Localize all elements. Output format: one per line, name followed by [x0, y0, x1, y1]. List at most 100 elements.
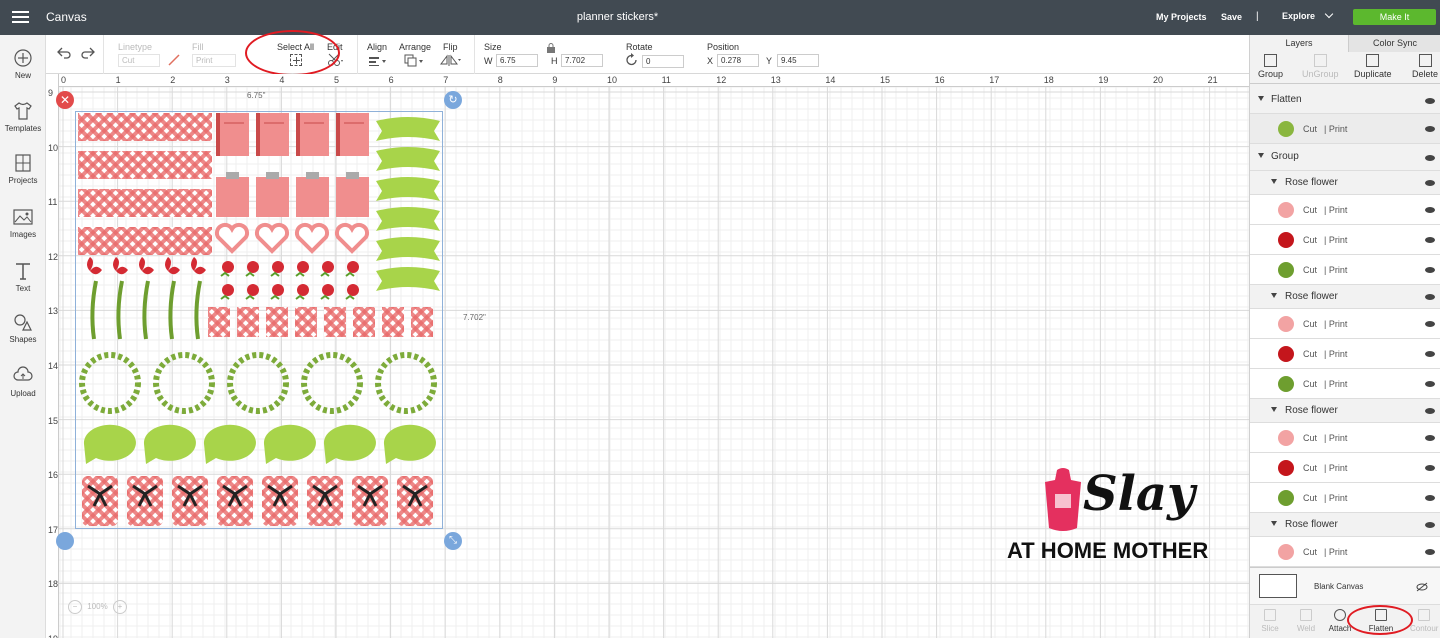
layer-subgroup-row[interactable]: Rose flower	[1250, 513, 1440, 537]
eye-hidden-icon[interactable]	[1416, 582, 1428, 592]
layer-group-row[interactable]: Flatten	[1250, 87, 1440, 114]
nav-shapes[interactable]: Shapes	[0, 311, 46, 344]
zoom-in-button[interactable]: +	[112, 600, 127, 614]
eye-icon[interactable]	[1425, 351, 1435, 357]
layer-row[interactable]: Cut | Print	[1250, 453, 1440, 483]
undo-icon[interactable]	[56, 46, 72, 60]
flip-icon[interactable]	[440, 54, 462, 67]
zoom-out-button[interactable]: −	[68, 600, 82, 614]
caret-down-icon[interactable]	[1258, 153, 1264, 158]
eye-icon[interactable]	[1425, 97, 1435, 104]
weld-button[interactable]: Weld	[1292, 609, 1320, 633]
nav-images[interactable]: Images	[0, 206, 46, 239]
layer-row[interactable]: Cut | Print	[1250, 225, 1440, 255]
tab-layers[interactable]: Layers	[1250, 35, 1348, 52]
width-input[interactable]: 6.75	[496, 54, 538, 67]
eye-icon[interactable]	[1425, 495, 1435, 501]
eye-icon[interactable]	[1425, 154, 1435, 161]
make-it-button[interactable]: Make It	[1353, 9, 1436, 25]
layer-subgroup-row[interactable]: Rose flower	[1250, 285, 1440, 309]
layer-row[interactable]: Cut | Print	[1250, 195, 1440, 225]
nav-text[interactable]: Text	[0, 260, 46, 293]
rotate-handle[interactable]: ↻	[444, 91, 462, 109]
duplicate-button[interactable]: Duplicate	[1354, 54, 1392, 79]
layer-print-label: | Print	[1324, 463, 1348, 473]
eye-icon[interactable]	[1425, 207, 1435, 213]
layer-row[interactable]: Cut | Print	[1250, 255, 1440, 285]
pen-color-icon[interactable]	[167, 53, 181, 67]
eye-icon[interactable]	[1425, 294, 1435, 300]
eye-icon[interactable]	[1425, 549, 1435, 555]
my-projects-button[interactable]: My Projects	[1156, 12, 1207, 22]
layer-subgroup-row[interactable]: Rose flower	[1250, 171, 1440, 195]
banner-sticker	[376, 267, 440, 291]
linetype-select[interactable]: Cut	[118, 54, 160, 67]
layer-cut-label: Cut	[1303, 379, 1318, 389]
ungroup-button[interactable]: UnGroup	[1302, 54, 1339, 79]
layer-print-label: | Print	[1324, 493, 1348, 503]
group-button[interactable]: Group	[1258, 54, 1283, 79]
caret-down-icon[interactable]	[1271, 293, 1277, 298]
hamburger-menu-icon[interactable]	[12, 11, 29, 24]
ruler-top-label: 17	[989, 75, 1000, 85]
delete-button[interactable]: Delete	[1412, 54, 1438, 79]
nav-upload[interactable]: Upload	[0, 365, 46, 398]
eye-icon[interactable]	[1425, 435, 1435, 441]
layer-row[interactable]: Cut | Print	[1250, 114, 1440, 144]
tab-color-sync[interactable]: Color Sync	[1348, 35, 1440, 52]
layer-subgroup-row[interactable]: Rose flower	[1250, 399, 1440, 423]
arrange-icon[interactable]	[404, 54, 426, 67]
save-button[interactable]: Save	[1221, 12, 1242, 22]
lock-icon[interactable]	[546, 43, 556, 53]
eye-icon[interactable]	[1425, 465, 1435, 471]
sticker-artwork	[78, 113, 440, 526]
eye-icon[interactable]	[1425, 267, 1435, 273]
slice-button[interactable]: Slice	[1256, 609, 1284, 633]
height-input[interactable]: 7.702	[561, 54, 603, 67]
layer-row[interactable]: Cut | Print	[1250, 423, 1440, 453]
layer-group-row[interactable]: Group	[1250, 144, 1440, 171]
x-position-input[interactable]: 0.278	[717, 54, 759, 67]
flip-label: Flip	[443, 42, 458, 52]
eye-icon[interactable]	[1425, 126, 1435, 132]
explore-label: Explore	[1282, 11, 1316, 21]
group-icon	[1264, 54, 1277, 67]
delete-handle[interactable]: ✕	[56, 91, 74, 109]
lock-handle[interactable]	[56, 532, 74, 550]
eye-icon[interactable]	[1425, 381, 1435, 387]
nav-projects[interactable]: Projects	[0, 152, 46, 185]
project-title[interactable]: planner stickers*	[560, 11, 675, 23]
layer-thumbnail	[1278, 490, 1294, 506]
ruler-top-label: 2	[170, 75, 176, 85]
eye-icon[interactable]	[1425, 408, 1435, 414]
eye-icon[interactable]	[1425, 522, 1435, 528]
layer-row[interactable]: Cut | Print	[1250, 537, 1440, 567]
layer-cut-label: Cut	[1303, 124, 1318, 134]
layer-thumbnail	[1278, 262, 1294, 278]
layer-row[interactable]: Cut | Print	[1250, 483, 1440, 513]
design-canvas[interactable]: 0 1 2 3 4 5 6 7 8 9 10 11 12 13 14 15 16 17 18 19 20 21 9 10 11…	[46, 74, 1249, 638]
contour-button[interactable]: Contour	[1410, 609, 1438, 633]
layer-row[interactable]: Cut | Print	[1250, 339, 1440, 369]
caret-down-icon[interactable]	[1271, 179, 1277, 184]
nav-new[interactable]: New	[0, 47, 46, 80]
rotate-input[interactable]: 0	[642, 55, 684, 68]
tag-sticker	[382, 307, 404, 337]
eye-icon[interactable]	[1425, 180, 1435, 186]
eye-icon[interactable]	[1425, 237, 1435, 243]
explore-dropdown[interactable]: Explore	[1282, 9, 1333, 21]
align-icon[interactable]	[368, 55, 388, 67]
y-position-input[interactable]: 9.45	[777, 54, 819, 67]
caret-down-icon[interactable]	[1271, 521, 1277, 526]
eye-icon[interactable]	[1425, 321, 1435, 327]
caret-down-icon[interactable]	[1258, 96, 1264, 101]
layer-row[interactable]: Cut | Print	[1250, 309, 1440, 339]
redo-icon[interactable]	[80, 46, 96, 60]
blank-canvas-row[interactable]: Blank Canvas	[1250, 567, 1440, 604]
layer-cut-label: Cut	[1303, 349, 1318, 359]
resize-handle[interactable]: ⤡	[444, 532, 462, 550]
fill-select[interactable]: Print	[192, 54, 236, 67]
caret-down-icon[interactable]	[1271, 407, 1277, 412]
layer-row[interactable]: Cut | Print	[1250, 369, 1440, 399]
nav-templates[interactable]: Templates	[0, 100, 46, 133]
